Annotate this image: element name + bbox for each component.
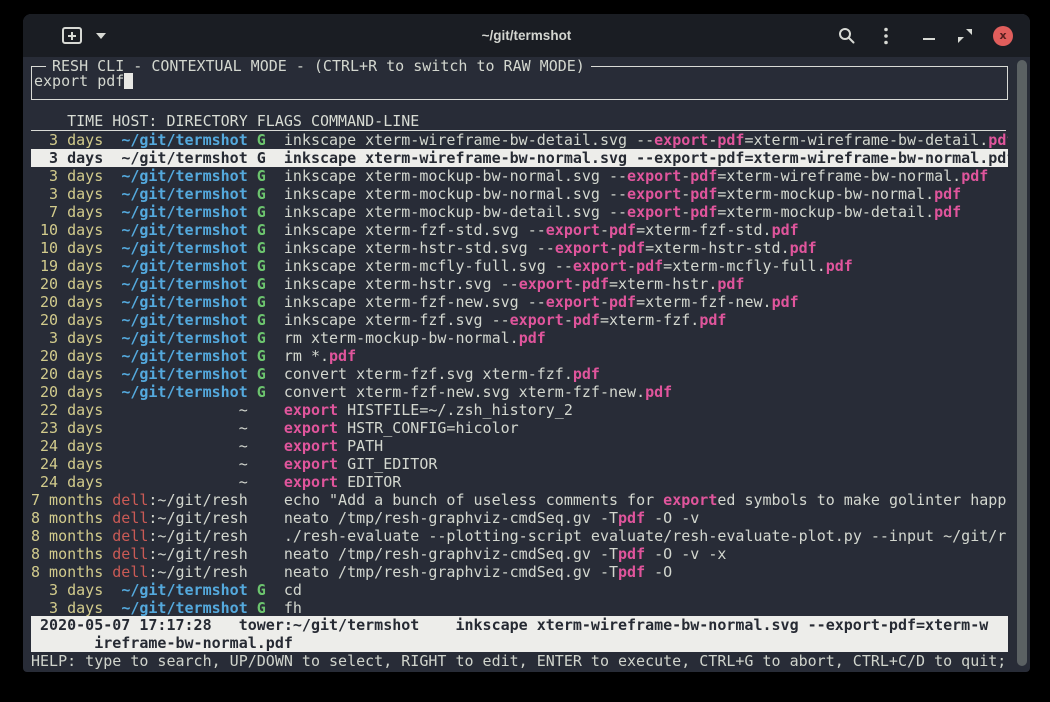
history-row[interactable]: 7 months dell:~/git/resh echo "Add a bun… (31, 491, 1008, 509)
history-row[interactable]: 20 days ~/git/termshot G inkscape xterm-… (31, 311, 1008, 329)
minimize-button[interactable] (919, 14, 939, 57)
history-row[interactable]: 3 days ~/git/termshot G inkscape xterm-m… (31, 185, 1008, 203)
terminal-window: ~/git/termshot x (23, 14, 1030, 672)
titlebar[interactable]: ~/git/termshot x (23, 14, 1030, 57)
history-row[interactable]: 7 days ~/git/termshot G inkscape xterm-m… (31, 203, 1008, 221)
history-row[interactable]: 3 days ~/git/termshot G inkscape xterm-w… (31, 131, 1008, 149)
restore-button[interactable] (955, 14, 975, 57)
search-button[interactable] (835, 14, 857, 57)
terminal-content: RESH CLI - CONTEXTUAL MODE - (CTRL+R to … (23, 57, 1030, 672)
table-header-row: TIME HOST: DIRECTORY FLAGS COMMAND-LINE (31, 112, 1006, 131)
history-row[interactable]: 24 days ~ export EDITOR (31, 473, 1008, 491)
history-row[interactable]: 22 days ~ export HISTFILE=~/.zsh_history… (31, 401, 1008, 419)
history-row[interactable]: 8 months dell:~/git/resh neato /tmp/resh… (31, 509, 1008, 527)
history-row[interactable]: 19 days ~/git/termshot G inkscape xterm-… (31, 257, 1008, 275)
history-row[interactable]: 3 days ~/git/termshot G fh (31, 599, 1008, 617)
history-row[interactable]: 10 days ~/git/termshot G inkscape xterm-… (31, 221, 1008, 239)
history-row[interactable]: 3 days ~/git/termshot G cd (31, 581, 1008, 599)
help-bar: HELP: type to search, UP/DOWN to select,… (31, 652, 1006, 670)
search-panel: RESH CLI - CONTEXTUAL MODE - (CTRL+R to … (31, 66, 1008, 100)
history-row[interactable]: 8 months dell:~/git/resh neato /tmp/resh… (31, 545, 1008, 563)
text-cursor (124, 73, 133, 89)
kebab-menu-icon (884, 27, 888, 45)
scrollbar-thumb[interactable] (1017, 60, 1027, 666)
history-row[interactable]: 20 days ~/git/termshot G rm *.pdf (31, 347, 1008, 365)
menu-button[interactable] (877, 14, 895, 57)
history-row[interactable]: 3 days ~/git/termshot G inkscape xterm-m… (31, 167, 1008, 185)
status-line-1: 2020-05-07 17:17:28 tower:~/git/termshot… (31, 616, 1008, 634)
history-row[interactable]: 3 days ~/git/termshot G rm xterm-mockup-… (31, 329, 1008, 347)
history-row[interactable]: 20 days ~/git/termshot G inkscape xterm-… (31, 293, 1008, 311)
history-row[interactable]: 24 days ~ export GIT_EDITOR (31, 455, 1008, 473)
history-row[interactable]: 20 days ~/git/termshot G convert xterm-f… (31, 383, 1008, 401)
search-input[interactable]: export pdf (34, 72, 133, 90)
minimize-icon (923, 38, 935, 40)
history-row[interactable]: 20 days ~/git/termshot G inkscape xterm-… (31, 275, 1008, 293)
status-bar: 2020-05-07 17:17:28 tower:~/git/termshot… (31, 616, 1008, 652)
history-row[interactable]: 20 days ~/git/termshot G convert xterm-f… (31, 365, 1008, 383)
history-row[interactable]: 8 months dell:~/git/resh ./resh-evaluate… (31, 527, 1008, 545)
history-row[interactable]: 23 days ~ export HSTR_CONFIG=hicolor (31, 419, 1008, 437)
history-list: 3 days ~/git/termshot G inkscape xterm-w… (31, 131, 1008, 617)
history-row[interactable]: 24 days ~ export PATH (31, 437, 1008, 455)
history-row[interactable]: 10 days ~/git/termshot G inkscape xterm-… (31, 239, 1008, 257)
close-icon: x (993, 26, 1013, 46)
close-button[interactable]: x (990, 14, 1016, 57)
restore-icon (958, 29, 972, 43)
status-line-2: ireframe-bw-normal.pdf (31, 634, 1008, 652)
history-row[interactable]: 3 days ~/git/termshot G inkscape xterm-w… (31, 149, 1008, 167)
history-row[interactable]: 8 months dell:~/git/resh neato /tmp/resh… (31, 563, 1008, 581)
search-icon (838, 27, 855, 44)
